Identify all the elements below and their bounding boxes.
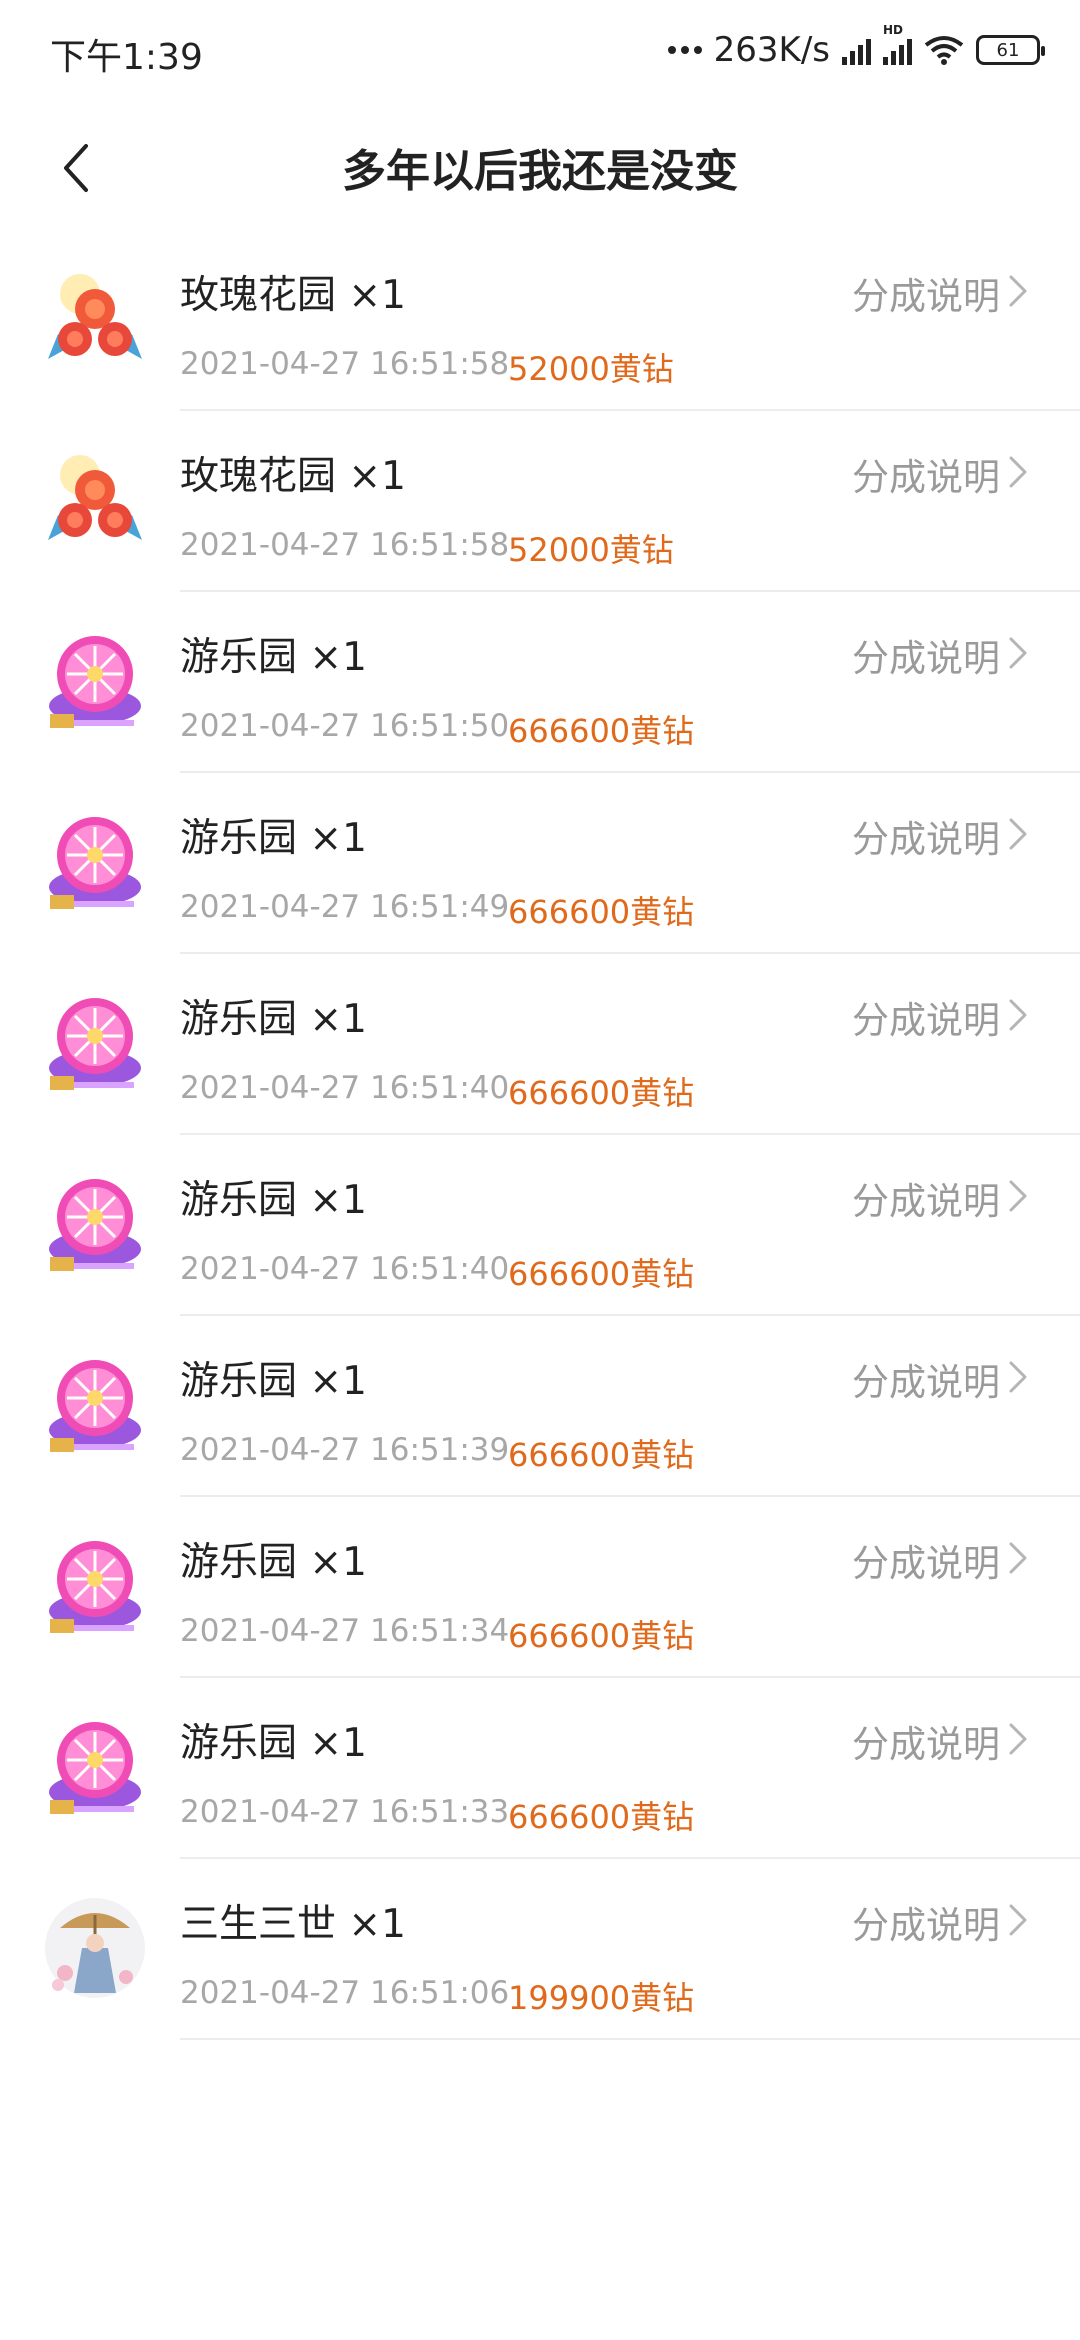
revenue-share-link[interactable]: 分成说明 xyxy=(852,1171,1000,1225)
gift-name: 游乐园 ×1 xyxy=(180,816,367,861)
gift-price: 666600黄钻 xyxy=(508,1255,695,1293)
revenue-share-link[interactable]: 分成说明 xyxy=(852,809,1000,863)
gift-time: 2021-04-27 16:51:06 xyxy=(180,1975,510,2011)
amusement-park-icon xyxy=(40,1350,150,1460)
gift-record-list: 玫瑰花园 ×1 分成说明 2021-04-27 16:51:58 52000黄钻 玫瑰花… xyxy=(0,230,1080,2040)
gift-name: 游乐园 ×1 xyxy=(180,1359,367,1404)
gift-time: 2021-04-27 16:51:40 xyxy=(180,1251,510,1287)
gift-price: 666600黄钻 xyxy=(508,1074,695,1112)
amusement-park-icon xyxy=(40,807,150,917)
chevron-right-icon[interactable] xyxy=(1008,274,1028,308)
list-item[interactable]: 游乐园 ×1 分成说明 2021-04-27 16:51:40 666600黄钻 xyxy=(0,954,1080,1135)
gift-time: 2021-04-27 16:51:58 xyxy=(180,346,510,382)
list-item[interactable]: 游乐园 ×1 分成说明 2021-04-27 16:51:40 666600黄钻 xyxy=(0,1135,1080,1316)
gift-price: 199900黄钻 xyxy=(508,1979,695,2017)
battery-level: 61 xyxy=(996,39,1020,61)
gift-name: 玫瑰花园 ×1 xyxy=(180,273,406,318)
gift-name: 游乐园 ×1 xyxy=(180,997,367,1042)
revenue-share-link[interactable]: 分成说明 xyxy=(852,1714,1000,1768)
chevron-right-icon[interactable] xyxy=(1008,636,1028,670)
more-dots-icon xyxy=(667,46,702,54)
gift-price: 666600黄钻 xyxy=(508,1436,695,1474)
gift-name: 游乐园 ×1 xyxy=(180,1178,367,1223)
list-item[interactable]: 玫瑰花园 ×1 分成说明 2021-04-27 16:51:58 52000黄钻 xyxy=(0,230,1080,411)
gift-time: 2021-04-27 16:51:34 xyxy=(180,1613,510,1649)
gift-price: 666600黄钻 xyxy=(508,1798,695,1836)
revenue-share-link[interactable]: 分成说明 xyxy=(852,1352,1000,1406)
chevron-right-icon[interactable] xyxy=(1008,1722,1028,1756)
list-item[interactable]: 游乐园 ×1 分成说明 2021-04-27 16:51:33 666600黄钻 xyxy=(0,1678,1080,1859)
gift-name: 玫瑰花园 ×1 xyxy=(180,454,406,499)
chevron-right-icon[interactable] xyxy=(1008,455,1028,489)
signal-icon xyxy=(842,35,871,65)
chevron-right-icon[interactable] xyxy=(1008,1179,1028,1213)
battery-icon: 61 xyxy=(976,35,1045,65)
gift-price: 52000黄钻 xyxy=(508,531,674,569)
status-icons: 263K/s HD 61 xyxy=(667,23,1045,72)
divider xyxy=(180,2038,1080,2040)
list-item[interactable]: 游乐园 ×1 分成说明 2021-04-27 16:51:49 666600黄钻 xyxy=(0,773,1080,954)
revenue-share-link[interactable]: 分成说明 xyxy=(852,628,1000,682)
revenue-share-link[interactable]: 分成说明 xyxy=(852,447,1000,501)
chevron-right-icon[interactable] xyxy=(1008,1903,1028,1937)
list-item[interactable]: 三生三世 ×1 分成说明 2021-04-27 16:51:06 199900黄钻 xyxy=(0,1859,1080,2040)
chevron-right-icon[interactable] xyxy=(1008,1360,1028,1394)
hd-signal-icon: HD xyxy=(883,23,912,65)
chevron-right-icon[interactable] xyxy=(1008,1541,1028,1575)
gift-name: 游乐园 ×1 xyxy=(180,1721,367,1766)
gift-time: 2021-04-27 16:51:50 xyxy=(180,708,510,744)
three-lives-icon xyxy=(40,1893,150,2003)
status-time: 下午1:39 xyxy=(50,37,203,78)
hd-label: HD xyxy=(883,23,904,37)
nav-header: 多年以后我还是没变 xyxy=(0,100,1080,230)
rose-garden-icon xyxy=(40,445,150,555)
gift-price: 52000黄钻 xyxy=(508,350,674,388)
amusement-park-icon xyxy=(40,1712,150,1822)
network-speed: 263K/s xyxy=(713,30,830,70)
rose-garden-icon xyxy=(40,264,150,374)
list-item[interactable]: 游乐园 ×1 分成说明 2021-04-27 16:51:39 666600黄钻 xyxy=(0,1316,1080,1497)
gift-name: 游乐园 ×1 xyxy=(180,635,367,680)
revenue-share-link[interactable]: 分成说明 xyxy=(852,990,1000,1044)
gift-time: 2021-04-27 16:51:33 xyxy=(180,1794,510,1830)
amusement-park-icon xyxy=(40,1169,150,1279)
amusement-park-icon xyxy=(40,626,150,736)
list-item[interactable]: 游乐园 ×1 分成说明 2021-04-27 16:51:34 666600黄钻 xyxy=(0,1497,1080,1678)
amusement-park-icon xyxy=(40,1531,150,1641)
revenue-share-link[interactable]: 分成说明 xyxy=(852,266,1000,320)
gift-time: 2021-04-27 16:51:39 xyxy=(180,1432,510,1468)
status-bar: 下午1:39 263K/s HD 61 xyxy=(0,0,1080,100)
gift-price: 666600黄钻 xyxy=(508,1617,695,1655)
page-title: 多年以后我还是没变 xyxy=(342,146,738,197)
revenue-share-link[interactable]: 分成说明 xyxy=(852,1895,1000,1949)
wifi-icon xyxy=(924,36,964,65)
chevron-right-icon[interactable] xyxy=(1008,998,1028,1032)
gift-name: 三生三世 ×1 xyxy=(180,1902,406,1947)
gift-time: 2021-04-27 16:51:49 xyxy=(180,889,510,925)
list-item[interactable]: 玫瑰花园 ×1 分成说明 2021-04-27 16:51:58 52000黄钻 xyxy=(0,411,1080,592)
revenue-share-link[interactable]: 分成说明 xyxy=(852,1533,1000,1587)
gift-time: 2021-04-27 16:51:58 xyxy=(180,527,510,563)
gift-name: 游乐园 ×1 xyxy=(180,1540,367,1585)
list-item[interactable]: 游乐园 ×1 分成说明 2021-04-27 16:51:50 666600黄钻 xyxy=(0,592,1080,773)
chevron-right-icon[interactable] xyxy=(1008,817,1028,851)
gift-price: 666600黄钻 xyxy=(508,893,695,931)
amusement-park-icon xyxy=(40,988,150,1098)
gift-time: 2021-04-27 16:51:40 xyxy=(180,1070,510,1106)
gift-price: 666600黄钻 xyxy=(508,712,695,750)
